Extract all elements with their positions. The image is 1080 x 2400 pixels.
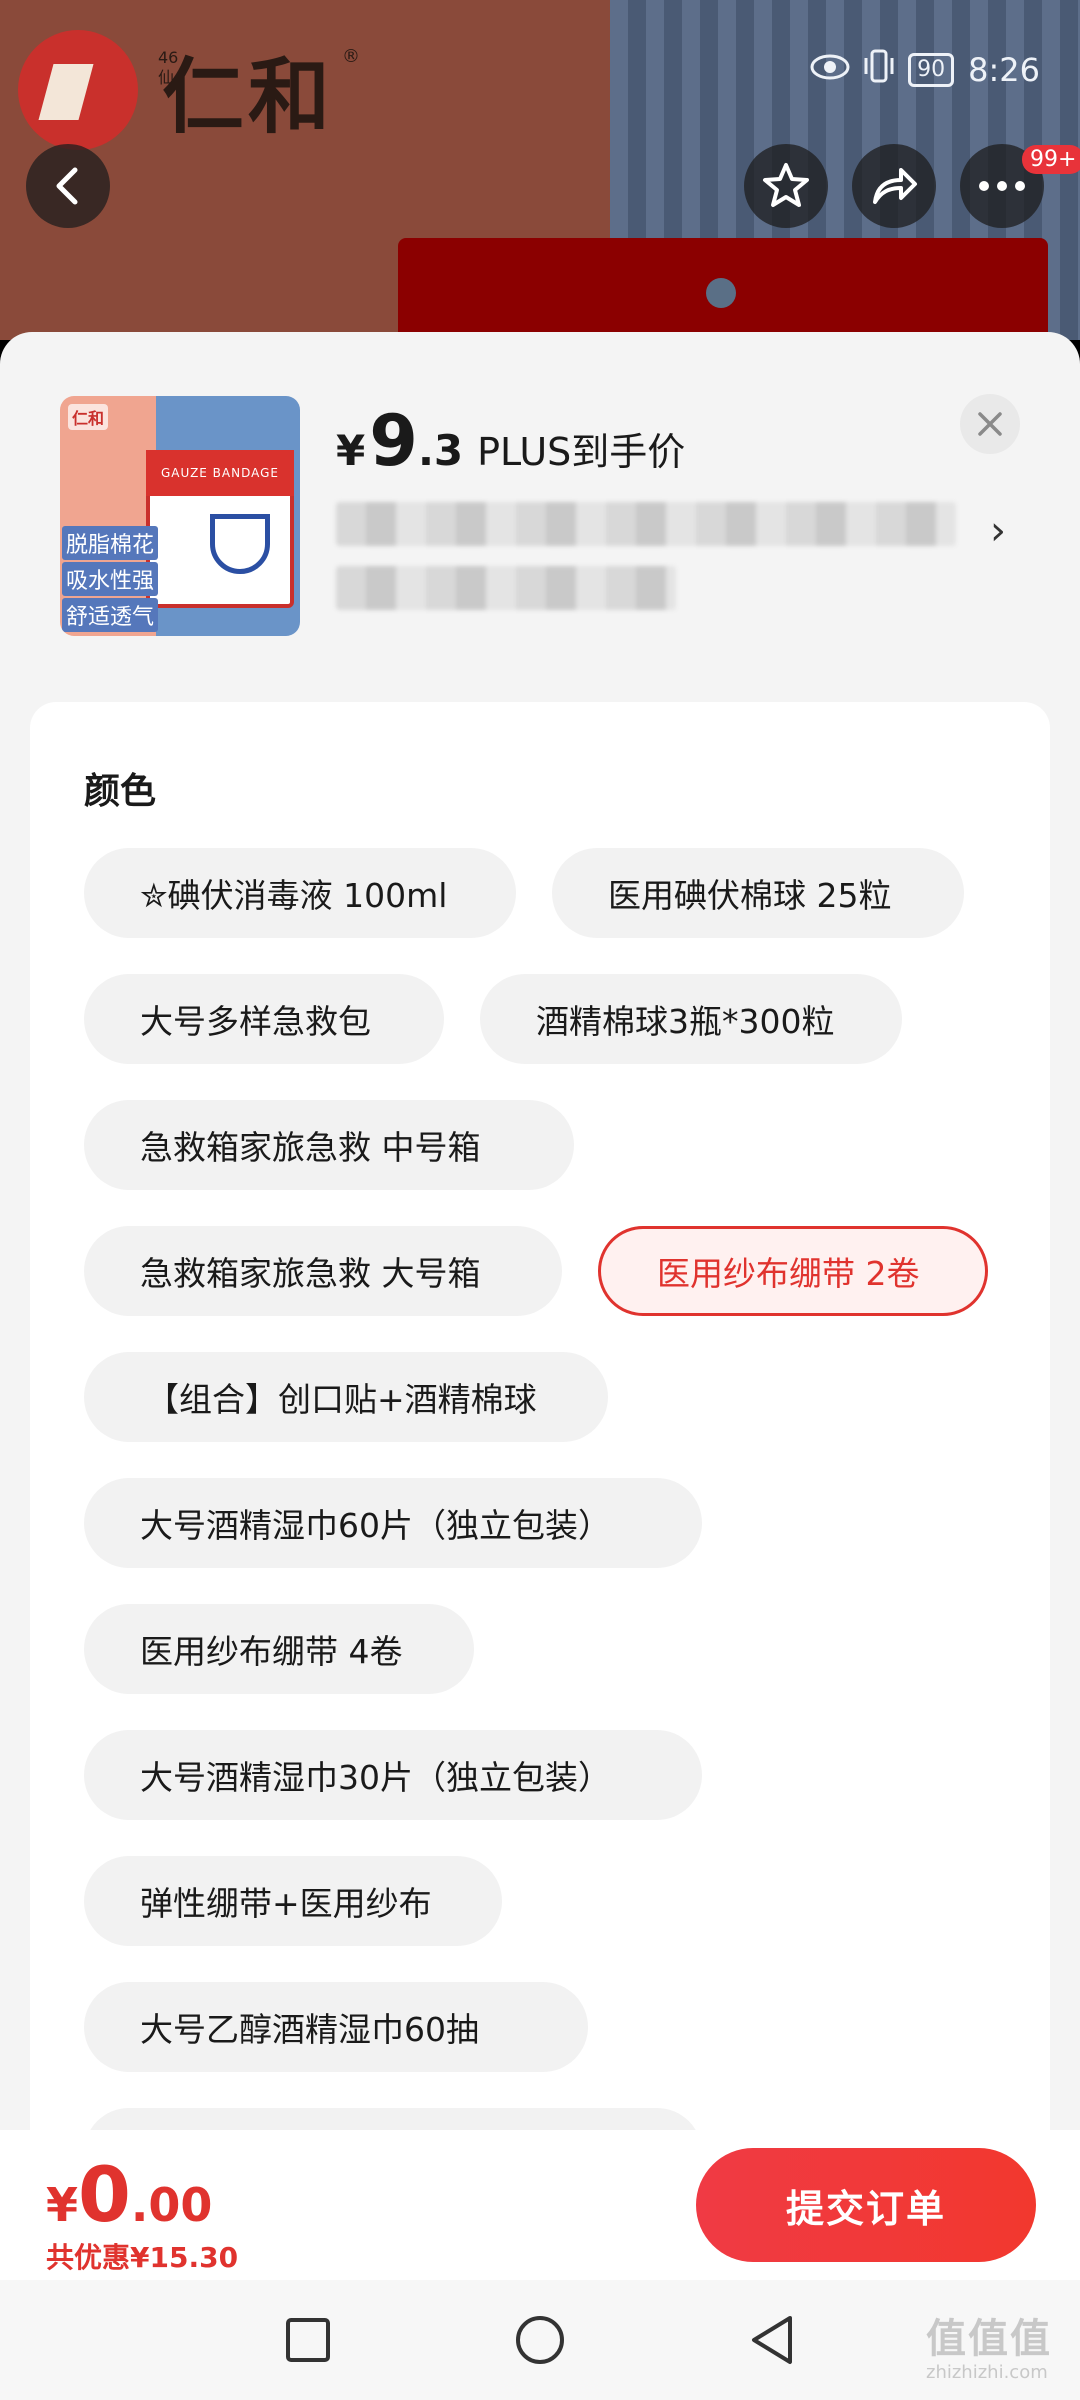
option-chip[interactable]: ✮碘伏消毒液 100ml <box>84 848 516 938</box>
option-chip[interactable]: 医用碘伏棉球 25粒 <box>552 848 964 938</box>
nav-back-button[interactable] <box>742 2310 802 2370</box>
brand-logo-icon <box>18 30 138 150</box>
thumbnail-label: 舒适透气 <box>62 598 159 632</box>
total-integer: 0 <box>78 2150 131 2239</box>
shield-icon <box>210 514 270 574</box>
option-chip[interactable]: 【组合】创口贴+酒精棉球 <box>84 1352 608 1442</box>
option-chip[interactable] <box>84 2108 702 2132</box>
option-group-title: 颜色 <box>84 771 157 812</box>
back-button[interactable] <box>26 144 110 228</box>
watermark: 值值值 <box>926 2316 1052 2362</box>
price-label: PLUS到手价 <box>477 430 686 474</box>
more-badge: 99+ <box>1022 145 1080 174</box>
price-integer: 9 <box>369 400 418 482</box>
option-chip[interactable]: 酒精棉球3瓶*300粒 <box>480 974 902 1064</box>
options-card: 颜色 ✮碘伏消毒液 100ml 医用碘伏棉球 25粒 大号多样急救包 酒精棉球3… <box>30 702 1050 2132</box>
product-thumbnail: 仁和 GAUZE BANDAGE 脱脂棉花 吸水性强 舒适透气 <box>60 396 300 636</box>
submit-order-button[interactable]: 提交订单 <box>696 2148 1036 2262</box>
option-chip[interactable]: 医用纱布绷带 4卷 <box>84 1604 474 1694</box>
thumbnail-label: 吸水性强 <box>62 562 159 596</box>
option-chip[interactable]: 弹性绷带+医用纱布 <box>84 1856 502 1946</box>
brand-name: 仁和 <box>162 49 335 145</box>
battery-icon: 90 <box>908 53 955 87</box>
package-title: GAUZE BANDAGE <box>146 450 294 496</box>
blurred-product-name <box>336 566 676 610</box>
back-triangle-icon <box>752 2316 792 2364</box>
thumbnail-brand: 仁和 <box>68 404 109 430</box>
price-decimal: .3 <box>417 426 464 475</box>
favorite-button[interactable] <box>744 144 828 228</box>
back-icon <box>56 167 78 205</box>
more-icon <box>979 181 1025 191</box>
hero-dot <box>706 278 736 308</box>
recent-apps-icon <box>286 2318 330 2362</box>
option-chip[interactable]: 大号多样急救包 <box>84 974 444 1064</box>
share-icon <box>873 168 917 204</box>
brand-reg-mark: ® <box>342 46 360 67</box>
share-button[interactable] <box>852 144 936 228</box>
chevron-right-icon[interactable]: › <box>990 508 1006 554</box>
home-icon <box>516 2316 564 2364</box>
option-chip-selected[interactable]: 医用纱布绷带 2卷 <box>598 1226 988 1316</box>
status-bar: 90 8:26 <box>810 48 1040 92</box>
total-price: ¥ 0 .00 <box>46 2150 212 2239</box>
total-currency: ¥ <box>46 2178 79 2232</box>
option-chip[interactable]: 大号乙醇酒精湿巾60抽 <box>84 1982 588 2072</box>
home-button[interactable] <box>510 2310 570 2370</box>
price-currency: ¥ <box>336 426 366 475</box>
plus-price: ¥ 9 .3 PLUS到手价 <box>336 400 685 482</box>
system-nav-bar <box>0 2280 1080 2400</box>
recent-apps-button[interactable] <box>278 2310 338 2370</box>
eye-icon <box>810 51 850 89</box>
discount-text: 共优惠¥15.30 <box>46 2241 239 2274</box>
option-chip[interactable]: 大号酒精湿巾60片（独立包装） <box>84 1478 702 1568</box>
blurred-product-name <box>336 502 956 546</box>
option-chip[interactable]: 急救箱家旅急救 中号箱 <box>84 1100 574 1190</box>
total-decimal: .00 <box>130 2178 213 2232</box>
star-icon <box>763 163 809 207</box>
option-chip[interactable]: 大号酒精湿巾30片（独立包装） <box>84 1730 702 1820</box>
option-chip[interactable]: 急救箱家旅急救 大号箱 <box>84 1226 562 1316</box>
vibrate-icon <box>864 48 894 92</box>
sku-selection-sheet: 仁和 GAUZE BANDAGE 脱脂棉花 吸水性强 舒适透气 ¥ 9 .3 P… <box>0 332 1080 2132</box>
close-button[interactable] <box>960 394 1020 454</box>
close-icon <box>978 412 1002 436</box>
thumbnail-label: 脱脂棉花 <box>62 526 159 560</box>
status-time: 8:26 <box>968 51 1040 89</box>
checkout-bar: ¥ 0 .00 共优惠¥15.30 提交订单 <box>0 2130 1080 2280</box>
watermark-url: zhizhizhi.com <box>926 2362 1048 2383</box>
